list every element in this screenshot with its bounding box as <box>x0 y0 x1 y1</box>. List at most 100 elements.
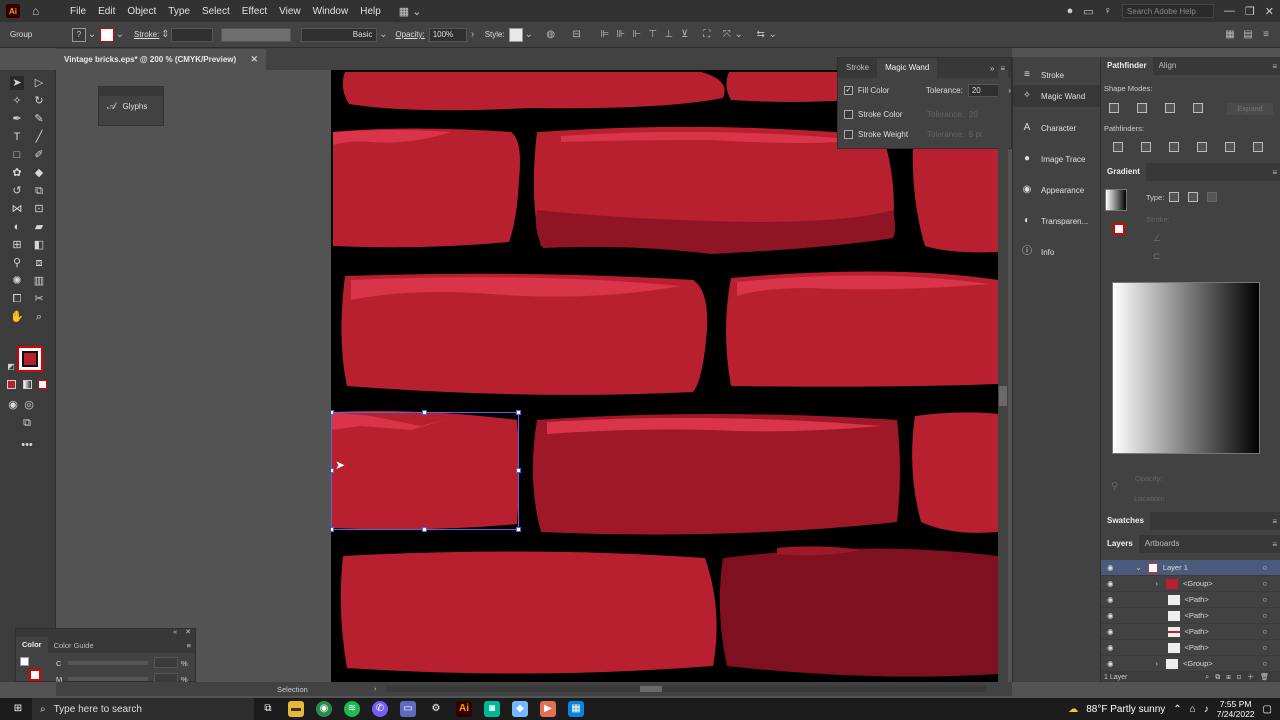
fill-swatch[interactable] <box>29 669 41 681</box>
gradient-mode-icon[interactable] <box>23 380 32 389</box>
panel-header[interactable] <box>99 87 163 96</box>
chrome-icon[interactable]: ◉ <box>316 701 332 717</box>
divide-icon[interactable] <box>1113 142 1123 152</box>
chevron-right-icon[interactable]: › <box>467 29 479 41</box>
opacity-label[interactable]: Opacity: <box>395 30 424 39</box>
panel-toggle-icon[interactable]: ▭ <box>1083 5 1093 18</box>
minus-back-icon[interactable] <box>1253 142 1263 152</box>
trim-icon[interactable] <box>1141 142 1151 152</box>
chevron-down-icon[interactable]: ⌄ <box>733 29 745 41</box>
artboard-tool-icon[interactable]: ⧠ <box>10 292 24 306</box>
account-icon[interactable]: ● <box>1067 5 1074 17</box>
layer-row[interactable]: ◉ › <Group> ○ <box>1101 656 1280 672</box>
brush-definition-field[interactable]: Basic <box>301 27 378 42</box>
collapse-icon[interactable]: » <box>990 64 994 73</box>
perspective-grid-tool-icon[interactable]: ▰ <box>32 220 46 234</box>
close-icon[interactable]: ✕ <box>185 629 191 637</box>
resize-handle[interactable] <box>516 527 521 532</box>
visibility-eye-icon[interactable]: ◉ <box>1107 643 1114 652</box>
gradient-thumbnail[interactable] <box>1105 189 1127 211</box>
layer-row[interactable]: ◉ <Path> ○ <box>1101 592 1280 608</box>
layer-actions-icon[interactable]: ⌕⧉⊞⊡＋🗑 <box>1205 672 1275 682</box>
opacity-field[interactable]: 100% <box>428 27 467 42</box>
document-tab[interactable]: Vintage bricks.eps* @ 200 % (CMYK/Previe… <box>56 49 266 70</box>
target-icon[interactable]: ○ <box>1262 563 1267 572</box>
recolor-icon[interactable]: ◍ <box>545 29 557 41</box>
tab-gradient[interactable]: Gradient <box>1101 163 1146 181</box>
resize-handle[interactable] <box>331 527 334 532</box>
direct-selection-tool-icon[interactable]: ▷ <box>32 76 46 90</box>
close-tab-icon[interactable]: ✕ <box>250 54 258 65</box>
fill-color-swatch[interactable] <box>22 351 38 367</box>
windows-start-icon[interactable]: ⊞ <box>10 701 26 717</box>
notifications-icon[interactable]: ▢ <box>1263 704 1272 715</box>
clock[interactable]: 7:55 PM 7/24/2022 <box>1217 699 1255 719</box>
tab-layers[interactable]: Layers <box>1101 535 1139 553</box>
target-icon[interactable]: ○ <box>1262 595 1267 604</box>
tab-color[interactable]: Color <box>16 637 48 653</box>
selection-tool-icon[interactable]: ➤ <box>10 76 24 90</box>
chevron-down-icon[interactable]: ⌄ <box>377 29 389 41</box>
pen-tool-icon[interactable]: ✒ <box>10 112 24 126</box>
shape-builder-tool-icon[interactable]: ◐ <box>10 220 24 234</box>
panel-menu-icon[interactable]: ≡ <box>1272 517 1277 526</box>
spotify-icon[interactable]: ≋ <box>344 701 360 717</box>
align-middle-icon[interactable]: ⊥ <box>663 29 675 41</box>
magic-wand-tool-icon[interactable]: ✧ <box>10 94 24 108</box>
chevron-down-icon[interactable]: ⌄ <box>767 29 779 41</box>
expand-arrow-icon[interactable]: › <box>1156 579 1159 588</box>
free-transform-tool-icon[interactable]: ⊡ <box>32 202 46 216</box>
isolate-icon[interactable]: ⛶ <box>701 29 713 41</box>
menu-edit[interactable]: Edit <box>98 6 115 17</box>
visibility-eye-icon[interactable]: ◉ <box>1107 579 1114 588</box>
layer-row[interactable]: ◉ <Path> ○ <box>1101 640 1280 656</box>
resize-handle[interactable] <box>516 410 521 415</box>
layer-row[interactable]: ◉ › <Group> ○ <box>1101 576 1280 592</box>
variable-width-field[interactable] <box>221 27 292 42</box>
resize-handle[interactable] <box>331 468 334 473</box>
lasso-tool-icon[interactable]: ↻ <box>32 94 46 108</box>
unite-icon[interactable] <box>1109 103 1119 113</box>
stroke-weight-checkbox[interactable] <box>844 129 853 139</box>
minus-front-icon[interactable] <box>1137 103 1147 113</box>
curvature-tool-icon[interactable]: ✎ <box>32 112 46 126</box>
arrange-docs-icon[interactable]: ▤ <box>1242 29 1254 41</box>
expand-arrow-icon[interactable]: ⌄ <box>1136 563 1142 572</box>
layer-row[interactable]: ◉ <Path> ○ <box>1101 624 1280 640</box>
appearance-panel-button[interactable]: ◉ Appearance <box>1013 179 1101 201</box>
intersect-icon[interactable] <box>1165 103 1175 113</box>
draw-mode-icon[interactable]: ◉ <box>6 398 20 412</box>
zoom-tool-icon[interactable]: ⌕ <box>32 310 46 324</box>
hand-tool-icon[interactable]: ✋ <box>10 310 24 324</box>
visibility-eye-icon[interactable]: ◉ <box>1107 627 1114 636</box>
help-search-input[interactable]: Search Adobe Help <box>1121 4 1214 18</box>
info-panel-button[interactable]: ⓘ Info <box>1013 241 1101 263</box>
collapse-icon[interactable]: « <box>173 629 177 637</box>
linear-gradient-icon[interactable] <box>1169 192 1179 202</box>
align-to-icon[interactable]: ⊟ <box>571 29 583 41</box>
line-tool-icon[interactable]: ╱ <box>32 130 46 144</box>
character-panel-button[interactable]: A Character <box>1013 117 1101 139</box>
expand-button[interactable]: Expand <box>1227 103 1273 115</box>
cyan-slider[interactable] <box>68 661 148 665</box>
menu-object[interactable]: Object <box>127 6 156 17</box>
scrollbar-thumb[interactable] <box>640 686 662 692</box>
align-top-icon[interactable]: ⊤ <box>647 29 659 41</box>
target-icon[interactable]: ○ <box>1262 579 1267 588</box>
gradient-tool-icon[interactable]: ◧ <box>32 238 46 252</box>
target-icon[interactable]: ○ <box>1262 611 1267 620</box>
tray-chevron-icon[interactable]: ⌃ <box>1173 704 1181 715</box>
horizontal-scrollbar[interactable] <box>386 686 986 692</box>
panel-menu-icon[interactable]: ≡ <box>1272 62 1277 71</box>
lightbulb-icon[interactable]: ♀ <box>1104 5 1112 17</box>
tab-swatches[interactable]: Swatches <box>1101 512 1150 530</box>
image-trace-panel-button[interactable]: ● Image Trace <box>1013 148 1101 170</box>
workspace-switcher-icon[interactable]: ▦ ⌄ <box>399 5 422 18</box>
layer-row[interactable]: ◉ <Path> ○ <box>1101 608 1280 624</box>
resize-handle[interactable] <box>422 527 427 532</box>
draw-behind-icon[interactable]: ◎ <box>22 398 36 412</box>
visibility-eye-icon[interactable]: ◉ <box>1107 659 1114 668</box>
tab-artboards[interactable]: Artboards <box>1139 535 1186 553</box>
exclude-icon[interactable] <box>1193 103 1203 113</box>
panel-menu-icon[interactable]: ≡ <box>1272 540 1277 549</box>
